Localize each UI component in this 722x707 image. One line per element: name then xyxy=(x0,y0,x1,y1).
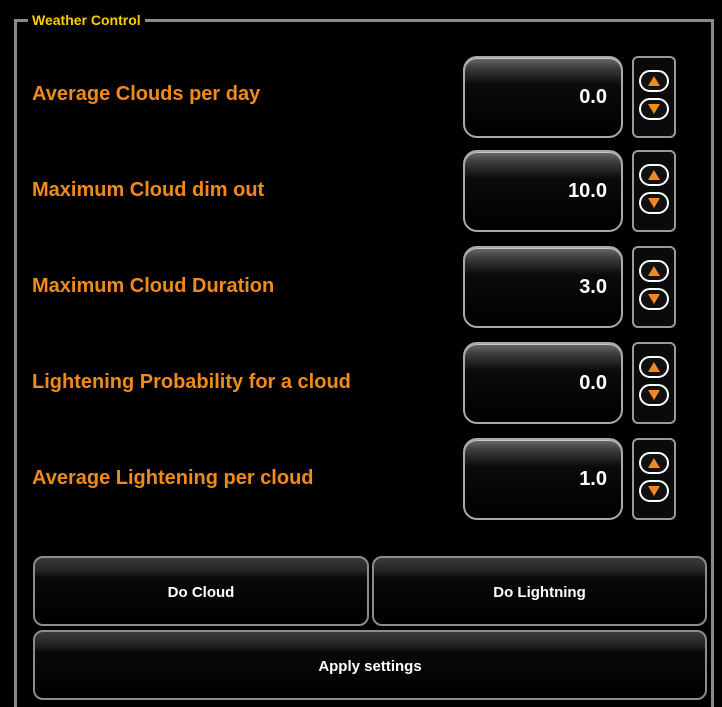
lightening-probability-field[interactable]: 0.0 xyxy=(463,342,623,424)
lightening-probability-stepper xyxy=(632,342,676,424)
group-title: Weather Control xyxy=(28,11,145,29)
chevron-up-icon xyxy=(648,458,660,468)
lightening-probability-down-button[interactable] xyxy=(639,384,669,406)
do-cloud-button[interactable]: Do Cloud xyxy=(33,556,369,626)
chevron-up-icon xyxy=(648,266,660,276)
average-clouds-field[interactable]: 0.0 xyxy=(463,56,623,138)
average-lightening-up-button[interactable] xyxy=(639,452,669,474)
chevron-down-icon xyxy=(648,390,660,400)
lightening-probability-label: Lightening Probability for a cloud xyxy=(32,371,351,393)
do-lightning-label: Do Lightning xyxy=(493,584,586,601)
max-cloud-dim-label: Maximum Cloud dim out xyxy=(32,179,265,201)
max-cloud-duration-up-button[interactable] xyxy=(639,260,669,282)
max-cloud-duration-label: Maximum Cloud Duration xyxy=(32,275,275,297)
average-clouds-up-button[interactable] xyxy=(639,70,669,92)
chevron-down-icon xyxy=(648,104,660,114)
chevron-up-icon xyxy=(648,170,660,180)
average-clouds-down-button[interactable] xyxy=(639,98,669,120)
chevron-down-icon xyxy=(648,294,660,304)
do-lightning-button[interactable]: Do Lightning xyxy=(372,556,707,626)
average-lightening-stepper xyxy=(632,438,676,520)
apply-settings-label: Apply settings xyxy=(318,658,422,675)
max-cloud-dim-stepper xyxy=(632,150,676,232)
chevron-down-icon xyxy=(648,486,660,496)
chevron-up-icon xyxy=(648,76,660,86)
max-cloud-dim-down-button[interactable] xyxy=(639,192,669,214)
max-cloud-dim-field[interactable]: 10.0 xyxy=(463,150,623,232)
max-cloud-dim-up-button[interactable] xyxy=(639,164,669,186)
lightening-probability-up-button[interactable] xyxy=(639,356,669,378)
chevron-up-icon xyxy=(648,362,660,372)
average-lightening-label: Average Lightening per cloud xyxy=(32,467,314,489)
average-clouds-stepper xyxy=(632,56,676,138)
chevron-down-icon xyxy=(648,198,660,208)
weather-control-panel: Weather Control Average Clouds per day 0… xyxy=(0,0,722,707)
average-lightening-down-button[interactable] xyxy=(639,480,669,502)
do-cloud-label: Do Cloud xyxy=(167,584,235,601)
max-cloud-duration-down-button[interactable] xyxy=(639,288,669,310)
apply-settings-button[interactable]: Apply settings xyxy=(33,630,707,700)
average-lightening-field[interactable]: 1.0 xyxy=(463,438,623,520)
max-cloud-duration-stepper xyxy=(632,246,676,328)
max-cloud-duration-field[interactable]: 3.0 xyxy=(463,246,623,328)
average-clouds-label: Average Clouds per day xyxy=(32,83,261,105)
